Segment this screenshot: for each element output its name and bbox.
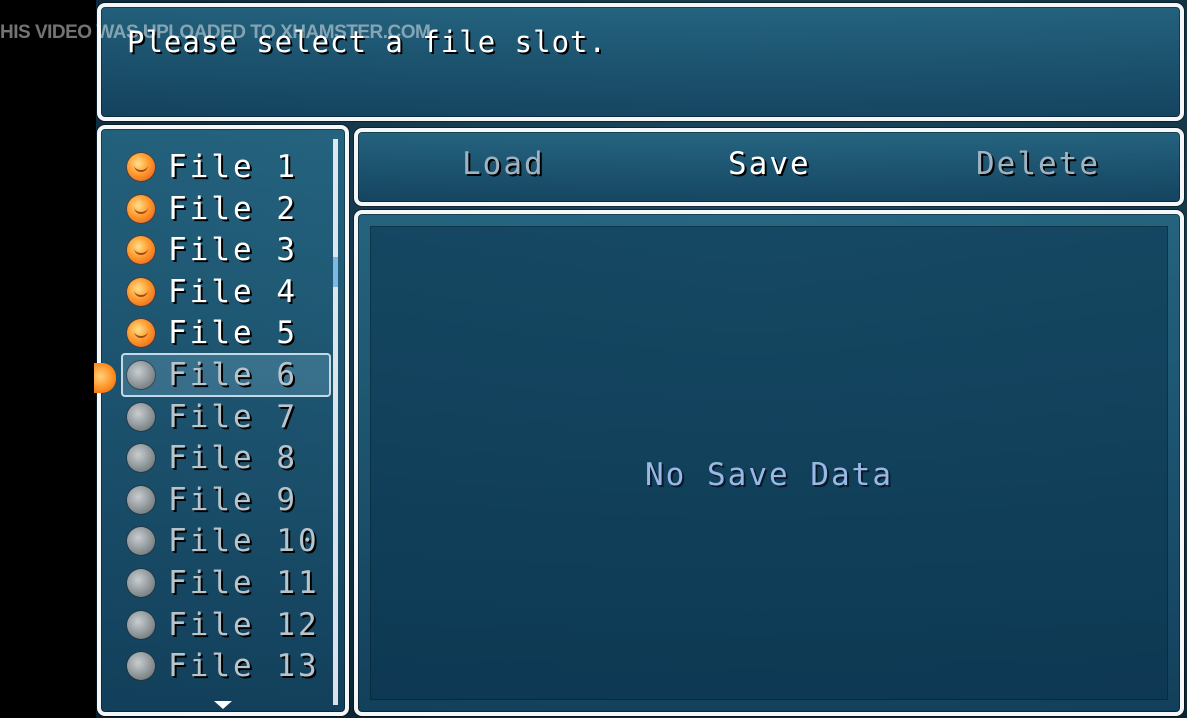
empty-orb-icon — [127, 361, 155, 389]
save-orb-icon — [127, 277, 155, 306]
file-slot-label: File 8 — [168, 440, 298, 477]
scrollbar-thumb[interactable] — [333, 257, 338, 287]
empty-orb-icon — [127, 569, 155, 597]
file-info-window: No Save Data — [354, 210, 1184, 716]
save-orb-icon — [127, 319, 155, 348]
file-slot-label: File 6 — [168, 357, 298, 393]
file-slot-7[interactable]: File 7 — [127, 397, 298, 437]
empty-orb-icon — [127, 485, 155, 514]
file-slot-label: File 11 — [168, 565, 320, 601]
file-slot-12[interactable]: File 12 — [127, 605, 320, 645]
file-slot-list: File 1 File 2 File 3 File 4 File 5 File 6 File… — [97, 125, 349, 716]
file-slot-label: File 4 — [168, 273, 298, 310]
file-slot-1[interactable]: File 1 — [127, 147, 298, 187]
file-slot-5[interactable]: File 5 — [127, 313, 298, 353]
file-slot-11[interactable]: File 11 — [127, 563, 320, 603]
file-slot-label: File 13 — [168, 648, 320, 685]
scroll-down-arrow-icon[interactable] — [214, 701, 232, 709]
file-slot-label: File 3 — [168, 232, 298, 269]
file-slot-13[interactable]: File 13 — [127, 646, 320, 686]
file-slot-label: File 1 — [168, 149, 298, 185]
file-slot-3[interactable]: File 3 — [127, 230, 298, 270]
file-slot-9[interactable]: File 9 — [127, 480, 298, 520]
file-slot-6[interactable]: File 6 — [127, 355, 298, 395]
file-slot-8[interactable]: File 8 — [127, 438, 298, 478]
file-slot-label: File 10 — [168, 523, 320, 560]
delete-command[interactable]: Delete — [976, 146, 1100, 182]
command-window: Load Save Delete — [354, 128, 1184, 206]
video-watermark: HIS VIDEO WAS UPLOADED TO XHAMSTER.COM — [0, 22, 431, 43]
file-slot-label: File 9 — [168, 481, 298, 518]
empty-orb-icon — [127, 402, 155, 431]
file-slot-label: File 2 — [168, 190, 298, 227]
empty-orb-icon — [127, 652, 155, 681]
help-window: Please select a file slot. — [97, 3, 1184, 121]
file-slot-10[interactable]: File 10 — [127, 521, 320, 561]
empty-orb-icon — [127, 527, 155, 556]
save-orb-icon — [127, 153, 155, 181]
file-slot-label: File 12 — [168, 606, 320, 643]
save-orb-icon — [127, 236, 155, 265]
empty-orb-icon — [127, 444, 155, 473]
empty-orb-icon — [127, 610, 155, 639]
file-slot-4[interactable]: File 4 — [127, 272, 298, 312]
file-slot-2[interactable]: File 2 — [127, 189, 298, 229]
file-info-panel: No Save Data — [370, 226, 1168, 700]
load-command[interactable]: Load — [462, 146, 545, 182]
file-slot-label: File 7 — [168, 398, 298, 435]
scrollbar-track[interactable] — [333, 139, 338, 705]
save-command[interactable]: Save — [728, 146, 811, 182]
file-slot-label: File 5 — [168, 315, 298, 352]
save-orb-icon — [127, 194, 155, 223]
no-save-data-label: No Save Data — [645, 457, 893, 493]
